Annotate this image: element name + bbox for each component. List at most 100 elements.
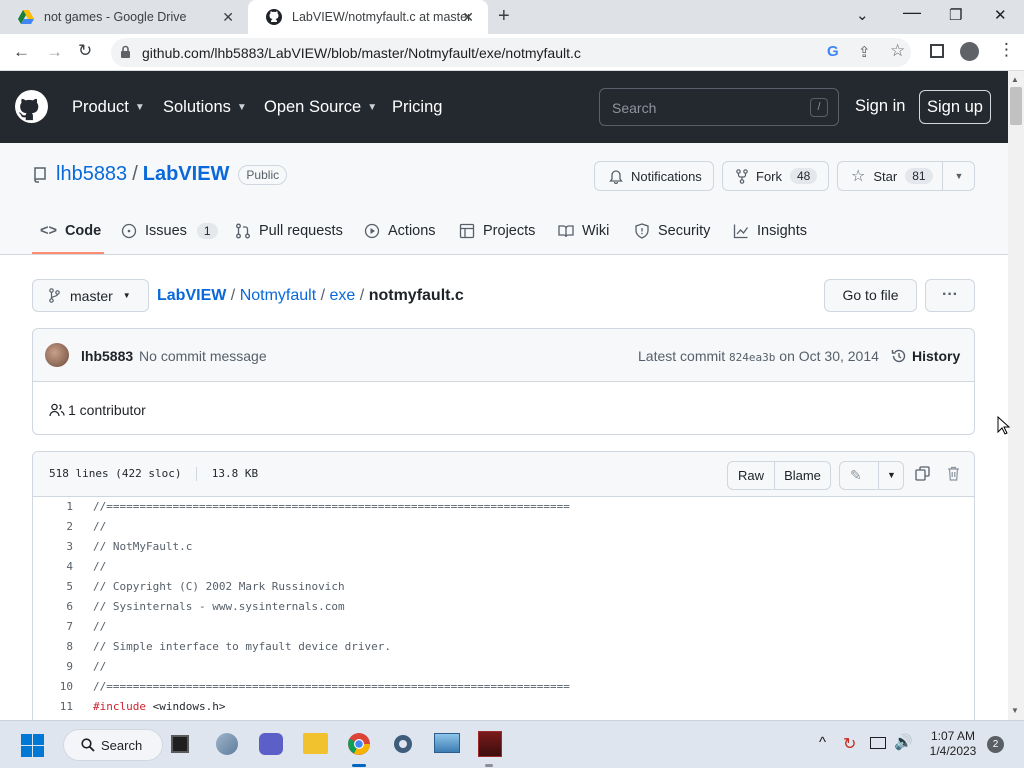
pencil-icon[interactable]: ✎	[850, 467, 862, 484]
issues-count: 1	[196, 223, 218, 239]
fork-button[interactable]: Fork 48	[722, 161, 829, 191]
code-text: //======================================…	[93, 680, 570, 693]
settings-gear-icon[interactable]	[391, 732, 415, 756]
volume-icon[interactable]: 🔊	[894, 733, 913, 751]
bookmark-star-icon[interactable]: ☆	[890, 41, 905, 61]
github-logo-icon[interactable]	[15, 90, 48, 123]
close-tab-icon[interactable]: ✕	[462, 9, 474, 26]
scroll-up-icon[interactable]: ▲	[1011, 75, 1019, 84]
back-icon[interactable]: ←	[13, 42, 30, 62]
tab-label: Pull requests	[259, 223, 343, 239]
restore-icon[interactable]: ❐	[949, 6, 962, 24]
star-label: Star	[873, 168, 898, 184]
chrome-icon[interactable]	[347, 732, 371, 756]
tab-projects[interactable]: Projects	[459, 223, 535, 239]
tab-security[interactable]: Security	[634, 223, 710, 239]
star-button[interactable]: ☆ Star 81 ▼	[837, 161, 975, 191]
tab-issues[interactable]: Issues 1	[121, 223, 218, 239]
repo-owner-link[interactable]: lhb5883	[56, 163, 127, 186]
line-number[interactable]: 9	[33, 657, 73, 677]
show-hidden-icons[interactable]: ^	[819, 734, 826, 751]
new-tab-button[interactable]: +	[498, 5, 510, 28]
line-number[interactable]: 7	[33, 617, 73, 637]
line-number[interactable]: 1	[33, 497, 73, 517]
close-window-icon[interactable]: ✕	[994, 6, 1007, 24]
line-number[interactable]: 11	[33, 697, 73, 717]
line-number[interactable]: 2	[33, 517, 73, 537]
breadcrumb-folder-link[interactable]: Notmyfault	[240, 287, 316, 304]
line-number[interactable]: 10	[33, 677, 73, 697]
tab-search-icon[interactable]: ⌄	[856, 6, 869, 24]
side-panel-icon[interactable]	[930, 44, 944, 58]
network-icon[interactable]	[870, 737, 886, 749]
nav-pricing[interactable]: Pricing	[392, 98, 442, 117]
path-separator: /	[320, 287, 326, 304]
commit-author-link[interactable]: lhb5883	[81, 348, 133, 364]
code-line: 1 //=====================================…	[33, 497, 974, 517]
commit-sha-link[interactable]: 824ea3b	[729, 351, 775, 364]
more-options-button[interactable]: ···	[925, 279, 975, 312]
trash-icon[interactable]	[947, 466, 960, 481]
close-tab-icon[interactable]: ✕	[222, 9, 234, 26]
breadcrumb-folder-link[interactable]: exe	[330, 287, 356, 304]
repo-name-link[interactable]: LabVIEW	[143, 163, 230, 186]
tab-actions[interactable]: Actions	[364, 223, 436, 239]
tab-google-drive[interactable]: not games - Google Drive ✕	[0, 0, 248, 34]
omnibox[interactable]: github.com/lhb5883/LabVIEW/blob/master/N…	[111, 38, 911, 67]
branch-selector[interactable]: master ▼	[32, 279, 149, 312]
game-app-icon[interactable]	[478, 731, 502, 757]
page-scrollbar[interactable]: ▲ ▼	[1008, 71, 1024, 720]
browser-menu-icon[interactable]: ⋮	[998, 40, 1015, 60]
avatar[interactable]	[45, 343, 69, 367]
chevron-down-icon: ▼	[236, 102, 247, 113]
line-number[interactable]: 6	[33, 597, 73, 617]
photos-icon[interactable]	[434, 733, 460, 753]
task-view-icon[interactable]	[171, 735, 189, 753]
tab-pull-requests[interactable]: Pull requests	[235, 223, 343, 239]
update-alert-icon[interactable]: ↻	[843, 734, 856, 754]
history-button[interactable]: History	[891, 348, 960, 364]
share-icon[interactable]: ⇪	[858, 43, 871, 61]
teams-chat-icon[interactable]	[259, 733, 283, 755]
tab-insights[interactable]: Insights	[733, 223, 807, 239]
notifications-button[interactable]: Notifications	[594, 161, 714, 191]
windows-start-icon[interactable]	[21, 734, 44, 757]
notification-badge[interactable]: 2	[987, 736, 1004, 753]
code-line: 5 // Copyright (C) 2002 Mark Russinovich	[33, 577, 974, 597]
breadcrumb-repo-link[interactable]: LabVIEW	[157, 287, 226, 304]
scrollbar-thumb[interactable]	[1010, 87, 1022, 125]
nav-open-source[interactable]: Open Source ▼	[264, 98, 377, 117]
tab-github-active[interactable]: LabVIEW/notmyfault.c at master ✕	[248, 0, 488, 34]
tab-code[interactable]: <> Code	[40, 223, 101, 239]
sign-in-link[interactable]: Sign in	[855, 97, 905, 116]
forward-icon[interactable]: →	[46, 42, 63, 62]
taskbar-search[interactable]: Search	[63, 729, 163, 761]
sign-up-button[interactable]: Sign up	[919, 90, 991, 124]
code-icon: <>	[40, 223, 57, 239]
profile-avatar-icon[interactable]	[960, 42, 979, 61]
history-label: History	[912, 348, 961, 364]
go-to-file-button[interactable]: Go to file	[824, 279, 917, 312]
nav-solutions[interactable]: Solutions ▼	[163, 98, 247, 117]
clock[interactable]: 1:07 AM 1/4/2023	[926, 729, 980, 759]
blame-button[interactable]: Blame	[775, 462, 830, 489]
search-input[interactable]: Search /	[599, 88, 839, 126]
commit-message[interactable]: No commit message	[139, 348, 267, 364]
edit-dropdown-icon[interactable]: ▼	[878, 462, 904, 489]
line-number[interactable]: 4	[33, 557, 73, 577]
contributors-link[interactable]: 1 contributor	[49, 402, 146, 418]
minimize-icon[interactable]: —	[903, 2, 921, 23]
copy-icon[interactable]	[915, 466, 930, 481]
nav-product[interactable]: Product ▼	[72, 98, 145, 117]
reload-icon[interactable]: ↻	[78, 41, 92, 61]
tab-wiki[interactable]: Wiki	[558, 223, 609, 239]
line-number[interactable]: 3	[33, 537, 73, 557]
line-number[interactable]: 5	[33, 577, 73, 597]
widgets-icon[interactable]	[216, 733, 238, 755]
scroll-down-icon[interactable]: ▼	[1011, 706, 1019, 715]
google-lens-icon[interactable]: G	[827, 43, 839, 60]
raw-button[interactable]: Raw	[728, 462, 775, 489]
star-dropdown-icon[interactable]: ▼	[942, 162, 975, 190]
file-explorer-icon[interactable]	[303, 733, 328, 754]
line-number[interactable]: 8	[33, 637, 73, 657]
